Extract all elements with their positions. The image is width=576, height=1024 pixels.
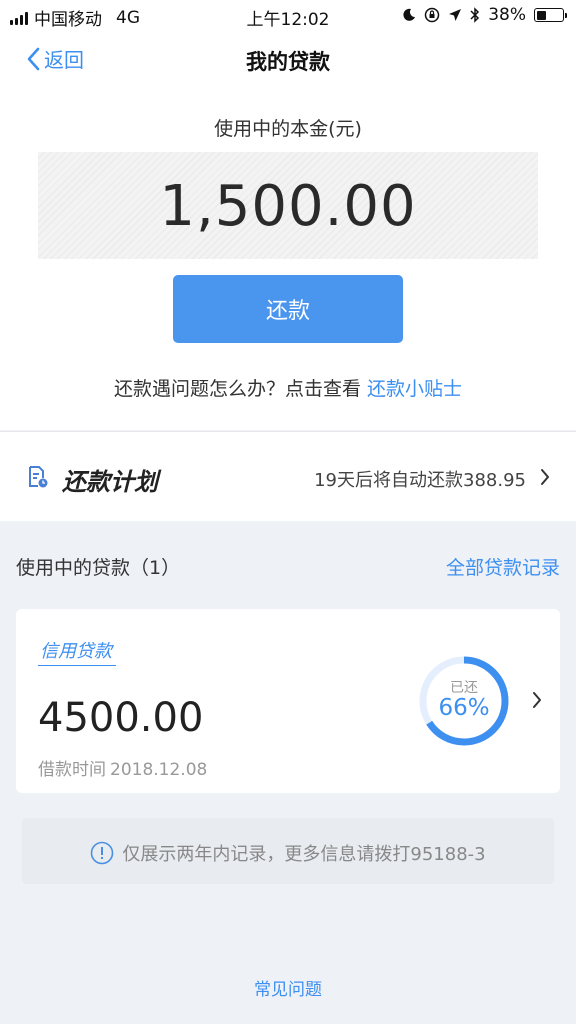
battery-icon: [534, 8, 567, 22]
notice-text: 仅展示两年内记录，更多信息请拨打95188-3: [122, 844, 486, 865]
notice-content: 仅展示两年内记录，更多信息请拨打95188-3: [22, 840, 554, 866]
records-notice: 仅展示两年内记录，更多信息请拨打95188-3: [22, 818, 554, 884]
plan-title: 还款计划: [62, 468, 158, 496]
location-icon: [449, 9, 462, 21]
battery-fill: [536, 10, 546, 20]
plan-document-icon: [29, 466, 48, 488]
repay-button[interactable]: 还款: [173, 275, 403, 343]
summary-section: 使用中的本金(元) 1,500.00 还款 还款遇问题怎么办？点击查看 还款小贴…: [0, 88, 576, 430]
tips-text: 还款遇问题怎么办？点击查看: [113, 378, 361, 400]
loan-date-label: 借款时间: [38, 760, 106, 780]
battery-label: 38%: [488, 5, 526, 25]
loan-type-underline: [38, 665, 116, 666]
page-title: 我的贷款: [246, 50, 330, 74]
loan-card[interactable]: 信用贷款 4500.00 借款时间 2018.12.08 已还 66%: [16, 609, 560, 793]
all-loan-records-link[interactable]: 全部贷款记录: [446, 553, 560, 580]
tips-link[interactable]: 还款小贴士: [367, 378, 462, 400]
principal-amount: 1,500.00: [159, 174, 417, 239]
rotation-lock-icon: [424, 7, 440, 23]
repayment-plan-row[interactable]: 还款计划 19天后将自动还款388.95: [0, 431, 576, 521]
loan-type: 信用贷款: [40, 641, 112, 662]
loan-amount: 4500.00: [38, 695, 204, 741]
principal-amount-box: 1,500.00: [38, 152, 538, 259]
repaid-percent: 66%: [438, 695, 490, 721]
chevron-right-icon: [541, 469, 549, 485]
bluetooth-icon: [470, 7, 480, 23]
status-bar: 中国移动 4G 上午12:02 38%: [0, 0, 576, 32]
status-right: 38%: [402, 5, 567, 25]
principal-label: 使用中的本金(元): [214, 118, 362, 140]
faq-link[interactable]: 常见问题: [0, 975, 576, 1000]
loan-date-value: 2018.12.08: [110, 760, 208, 780]
moon-icon: [403, 8, 416, 21]
plan-info: 19天后将自动还款388.95: [314, 470, 526, 491]
chevron-right-icon: [533, 692, 541, 708]
repay-tips: 还款遇问题怎么办？点击查看 还款小贴士: [0, 374, 576, 401]
nav-bar: 返回 我的贷款: [0, 32, 576, 88]
info-icon: [91, 841, 114, 865]
loan-date: 借款时间 2018.12.08: [38, 755, 207, 780]
repaid-label: 已还: [450, 680, 478, 696]
loans-header: 使用中的贷款（1）: [16, 557, 181, 579]
